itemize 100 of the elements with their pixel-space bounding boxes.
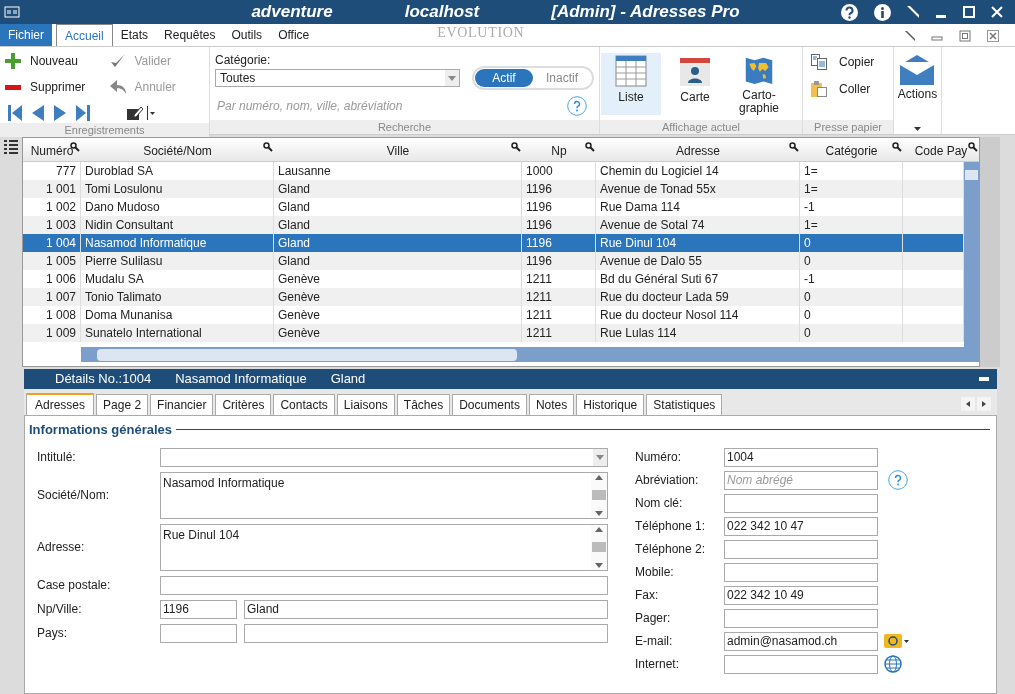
detail-tab[interactable]: Page 2: [96, 394, 149, 415]
column-header[interactable]: Code Pay: [903, 138, 979, 161]
text-area[interactable]: Nasamod Informatique: [160, 471, 608, 519]
detail-tab[interactable]: Liaisons: [336, 394, 395, 415]
email-icon[interactable]: [884, 634, 902, 648]
text-area[interactable]: Rue Dinul 104: [160, 523, 608, 571]
horizontal-scrollbar[interactable]: [81, 347, 979, 362]
scrollbar-thumb[interactable]: [592, 490, 606, 500]
edit-icon[interactable]: [126, 106, 143, 120]
scroll-down-icon[interactable]: [595, 510, 603, 516]
search-icon[interactable]: [263, 142, 273, 152]
input-field[interactable]: Gland: [244, 599, 608, 619]
scroll-down-icon[interactable]: [595, 562, 603, 568]
close-icon[interactable]: [987, 30, 999, 42]
scroll-up-icon[interactable]: [595, 526, 603, 532]
column-header[interactable]: Ville: [274, 138, 522, 161]
clipboard-button[interactable]: Copier: [811, 53, 893, 71]
input-field[interactable]: 1004: [724, 447, 878, 467]
input-field[interactable]: [160, 575, 608, 595]
table-row[interactable]: 1 009 Sunatelo International Genève 1211 Rue Lulas 114 0: [23, 324, 964, 342]
table-cell: 0: [804, 254, 811, 268]
column-header[interactable]: Catégorie: [800, 138, 903, 161]
search-field[interactable]: Par numéro, nom, ville, abréviation: [215, 96, 555, 116]
input-field[interactable]: [724, 562, 878, 582]
detail-tab[interactable]: Historique: [576, 394, 645, 415]
first-record-icon[interactable]: [8, 105, 22, 121]
view-button[interactable]: Carte: [665, 53, 725, 115]
last-record-icon[interactable]: [76, 105, 90, 121]
select-field[interactable]: [160, 447, 608, 467]
input-field[interactable]: [724, 493, 878, 513]
table-row[interactable]: 1 003 Nidin Consultant Gland 1196 Avenue de Sotal 74 1=: [23, 216, 964, 234]
file-menu[interactable]: Fichier: [0, 24, 52, 46]
restore-icon[interactable]: [959, 30, 971, 42]
dropdown-caret-icon[interactable]: [146, 106, 155, 120]
ribbon-tab[interactable]: Office: [270, 24, 318, 46]
maximize-icon[interactable]: [963, 6, 975, 18]
corner-icon[interactable]: [905, 31, 915, 41]
ribbon-tab[interactable]: Outils: [223, 24, 271, 46]
input-field[interactable]: 022 342 10 47: [724, 516, 878, 536]
table-row[interactable]: 1 005 Pierre Sulilasu Gland 1196 Avenue de Dalo 55 0: [23, 252, 964, 270]
search-icon[interactable]: [892, 142, 902, 152]
input-field[interactable]: [724, 654, 878, 674]
input-field[interactable]: Nom abrégé: [724, 470, 878, 490]
category-select[interactable]: Toutes: [215, 69, 460, 87]
next-record-icon[interactable]: [54, 105, 66, 121]
input-field[interactable]: [244, 623, 608, 643]
tab-scroll-right-icon[interactable]: [977, 397, 991, 411]
input-field[interactable]: 1196: [160, 599, 237, 619]
input-field[interactable]: [724, 539, 878, 559]
ribbon-caret-icon[interactable]: [914, 127, 921, 131]
detail-tab[interactable]: Notes: [528, 394, 575, 415]
detail-tab[interactable]: Adresses: [26, 393, 95, 415]
column-header[interactable]: Adresse: [596, 138, 800, 161]
scroll-up-icon[interactable]: [595, 474, 603, 480]
table-row[interactable]: 1 007 Tonio Talimato Genève 1211 Rue du docteur Lada 59 0: [23, 288, 964, 306]
column-chooser-icon[interactable]: [4, 140, 18, 154]
input-field[interactable]: [724, 608, 878, 628]
corner-icon[interactable]: [907, 6, 919, 18]
toolbar-button[interactable]: Supprimer: [4, 77, 105, 97]
search-icon[interactable]: [968, 142, 978, 152]
view-button[interactable]: Liste: [601, 53, 661, 115]
detail-tab[interactable]: Statistiques: [646, 394, 723, 415]
column-header[interactable]: Société/Nom: [81, 138, 274, 161]
search-icon[interactable]: [789, 142, 799, 152]
detail-tab[interactable]: Tâches: [396, 394, 451, 415]
table-cell: Bd du Général Suti 67: [600, 272, 719, 286]
outer-scrollbar[interactable]: [980, 137, 1000, 367]
view-button[interactable]: Carto- graphie: [729, 53, 789, 115]
input-field[interactable]: [160, 623, 237, 643]
help-icon[interactable]: [841, 3, 858, 21]
search-icon[interactable]: [585, 142, 595, 152]
actions-button[interactable]: Actions: [897, 47, 938, 103]
table-cell: Tomi Losulonu: [85, 182, 163, 196]
vertical-scrollbar[interactable]: [964, 162, 979, 347]
input-field[interactable]: admin@nasamod.ch: [724, 631, 878, 651]
toggle-option[interactable]: Inactif: [533, 69, 591, 87]
table-row[interactable]: 1 004 Nasamod Informatique Gland 1196 Rue Dinul 104 0: [23, 234, 964, 252]
detail-tab[interactable]: Financier: [150, 394, 214, 415]
dropdown-caret-icon[interactable]: [904, 639, 909, 643]
status-toggle[interactable]: Actif Inactif: [472, 66, 594, 90]
tab-scroll-left-icon[interactable]: [961, 397, 975, 411]
clipboard-button[interactable]: Coller: [811, 80, 893, 98]
input-field[interactable]: 022 342 10 49: [724, 585, 878, 605]
toolbar-button[interactable]: Nouveau: [4, 51, 105, 71]
column-header[interactable]: Np: [522, 138, 596, 161]
search-icon[interactable]: [511, 142, 521, 152]
previous-record-icon[interactable]: [32, 105, 44, 121]
ribbon-tab[interactable]: Accueil: [56, 24, 113, 46]
scrollbar-thumb[interactable]: [592, 542, 606, 552]
detail-tab[interactable]: Contacts: [273, 394, 335, 415]
ribbon-tab[interactable]: Requêtes: [156, 24, 224, 46]
ribbon-tab[interactable]: Etats: [112, 24, 157, 46]
info-icon[interactable]: [874, 3, 891, 21]
column-header[interactable]: Numéro: [23, 138, 81, 161]
detail-tab[interactable]: Critères: [215, 394, 272, 415]
table-row[interactable]: 1 001 Tomi Losulonu Gland 1196 Avenue de Tonad 55x 1=: [23, 180, 964, 198]
toggle-option[interactable]: Actif: [475, 69, 533, 87]
detail-tab[interactable]: Documents: [452, 394, 527, 415]
globe-icon[interactable]: [884, 655, 902, 673]
app-icon[interactable]: [4, 5, 20, 19]
